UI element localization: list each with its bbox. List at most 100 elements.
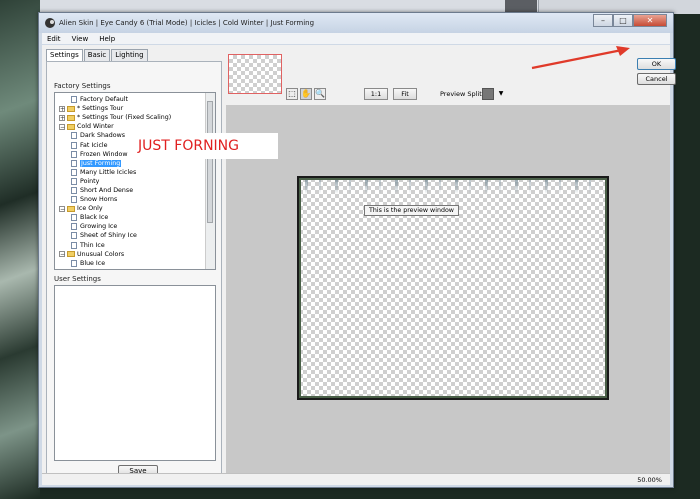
status-bar: 50.00%	[42, 473, 670, 485]
folder-icon	[67, 251, 75, 258]
preset-icon	[71, 159, 77, 167]
close-button[interactable]: ✕	[633, 14, 667, 27]
settings-tabs: Settings Basic Lighting	[46, 49, 149, 61]
minimize-button[interactable]: –	[593, 14, 613, 27]
preset-icon	[71, 168, 77, 176]
preset-icon	[71, 259, 77, 267]
tab-lighting[interactable]: Lighting	[111, 49, 148, 61]
tree-folder[interactable]: − Ice Only	[55, 204, 205, 213]
preview-split-swatch[interactable]	[482, 88, 494, 100]
tree-scroll-thumb[interactable]	[207, 101, 213, 223]
collapse-icon[interactable]: −	[59, 123, 65, 130]
zoom-1to1-button[interactable]: 1:1	[364, 88, 388, 100]
preset-icon	[71, 177, 77, 185]
preview-split-label: Preview Split:	[440, 90, 484, 98]
hand-tool-icon[interactable]: ✋	[300, 88, 312, 100]
red-arrow-icon	[531, 46, 630, 70]
tree-item-label: Snow Horns	[80, 196, 118, 204]
preview-tooltip: This is the preview window	[364, 205, 459, 216]
user-settings-list[interactable]	[54, 285, 216, 461]
preset-icon	[71, 232, 77, 240]
tree-item-label: Just Forming	[80, 159, 122, 167]
tree-preset[interactable]: Factory Default	[55, 95, 205, 104]
preset-icon	[71, 223, 77, 231]
window-title: Alien Skin | Eye Candy 6 (Trial Mode) | …	[59, 19, 315, 27]
collapse-icon[interactable]: −	[59, 205, 65, 212]
tab-basic[interactable]: Basic	[83, 49, 111, 61]
menu-bar: Edit View Help	[42, 33, 670, 44]
annotation-label: JUST FORNING	[134, 133, 278, 159]
preview-window[interactable]: This is the preview window	[297, 176, 609, 400]
tree-preset[interactable]: Snow Horns	[55, 195, 205, 204]
tree-item-label: Cold Winter	[77, 123, 114, 131]
preset-icon	[71, 268, 77, 269]
folder-icon	[67, 114, 75, 121]
tree-item-label: Ice Only	[77, 205, 103, 213]
select-tool-icon[interactable]: ⬚	[286, 88, 298, 100]
preset-icon	[71, 150, 77, 158]
chevron-down-icon[interactable]: ▼	[496, 88, 506, 100]
folder-icon	[67, 205, 75, 212]
tree-preset[interactable]: Just Forming	[55, 159, 205, 168]
navigator-thumbnail[interactable]	[228, 54, 282, 94]
tree-item-label: Thin Ice	[80, 241, 105, 249]
fit-button[interactable]: Fit	[393, 88, 417, 100]
preset-icon	[71, 196, 77, 204]
folder-icon	[67, 123, 75, 130]
desktop-background	[0, 0, 40, 499]
tree-item-label: Frozen Mountain Dew	[80, 269, 148, 270]
tree-item-label: Fat Icicle	[80, 141, 108, 149]
tree-item-label: * Settings Tour	[77, 105, 124, 113]
tree-item-label: Sheet of Shiny Ice	[80, 232, 137, 240]
expand-icon[interactable]: +	[59, 114, 65, 121]
tree-preset[interactable]: Pointy	[55, 177, 205, 186]
tree-item-label: Blue Ice	[80, 259, 106, 267]
tree-scrollbar[interactable]	[205, 93, 215, 269]
tree-item-label: Short And Dense	[80, 186, 134, 194]
ok-button[interactable]: OK	[637, 58, 676, 70]
tree-preset[interactable]: Frozen Mountain Dew	[55, 268, 205, 270]
tree-item-label: Frozen Window	[80, 150, 128, 158]
alien-skin-icon	[45, 18, 55, 28]
menu-edit[interactable]: Edit	[42, 33, 67, 44]
tree-item-label: Dark Shadows	[80, 132, 126, 140]
maximize-button[interactable]: □	[613, 14, 633, 27]
tree-item-label: Many Little Icicles	[80, 168, 137, 176]
tree-preset[interactable]: Many Little Icicles	[55, 168, 205, 177]
preset-icon	[71, 132, 77, 140]
collapse-icon[interactable]: −	[59, 251, 65, 258]
tree-preset[interactable]: Thin Ice	[55, 241, 205, 250]
tree-item-label: * Settings Tour (Fixed Scaling)	[77, 114, 172, 122]
factory-settings-label: Factory Settings	[54, 82, 111, 90]
menu-help[interactable]: Help	[94, 33, 121, 44]
zoom-tool-icon[interactable]: 🔍	[314, 88, 326, 100]
tree-preset[interactable]: Sheet of Shiny Ice	[55, 231, 205, 240]
tree-preset[interactable]: Black Ice	[55, 213, 205, 222]
tree-preset[interactable]: Growing Ice	[55, 222, 205, 231]
eye-candy-window: Alien Skin | Eye Candy 6 (Trial Mode) | …	[38, 12, 676, 488]
preset-icon	[71, 96, 77, 104]
tree-item-label: Black Ice	[80, 214, 109, 222]
factory-settings-tree[interactable]: Factory Default + * Settings Tour + * Settin…	[54, 92, 216, 270]
tree-folder[interactable]: − Unusual Colors	[55, 250, 205, 259]
tree-list: Factory Default + * Settings Tour + * Settin…	[55, 95, 205, 270]
cancel-button[interactable]: Cancel	[637, 73, 676, 85]
preset-icon	[71, 241, 77, 249]
window-controls: – □ ✕	[593, 14, 667, 27]
title-bar: Alien Skin | Eye Candy 6 (Trial Mode) | …	[39, 13, 673, 33]
tab-settings[interactable]: Settings	[46, 49, 83, 61]
settings-panel: Factory Settings Factory Default + * Setti…	[46, 61, 222, 479]
tree-item-label: Factory Default	[80, 96, 129, 104]
tree-preset[interactable]: Short And Dense	[55, 186, 205, 195]
folder-icon	[67, 105, 75, 112]
zoom-level: 50.00%	[637, 476, 662, 484]
tree-preset[interactable]: Blue Ice	[55, 259, 205, 268]
preset-icon	[71, 214, 77, 222]
tree-folder[interactable]: + * Settings Tour	[55, 104, 205, 113]
expand-icon[interactable]: +	[59, 105, 65, 112]
menu-view[interactable]: View	[67, 33, 95, 44]
tree-folder[interactable]: + * Settings Tour (Fixed Scaling)	[55, 113, 205, 122]
user-settings-label: User Settings	[54, 275, 101, 283]
dialog-client: Settings Basic Lighting Factory Settings…	[42, 45, 676, 479]
tree-folder[interactable]: − Cold Winter	[55, 122, 205, 131]
